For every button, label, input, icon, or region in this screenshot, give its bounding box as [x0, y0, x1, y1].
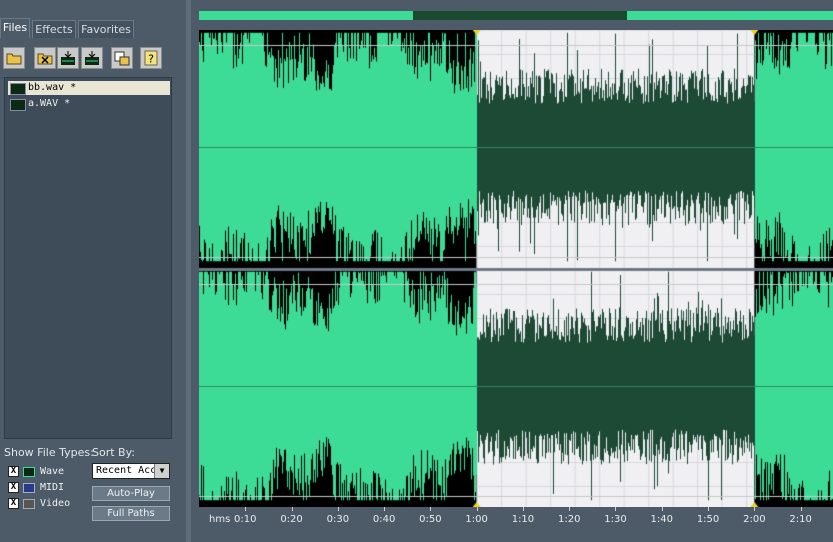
ruler-tick-label: 1:20 — [557, 514, 581, 525]
ruler-tick-label: 2:00 — [743, 514, 766, 525]
time-ruler-unit: hms — [209, 514, 231, 525]
ruler-tick-label: 1:40 — [650, 514, 673, 525]
ruler-tick-label: 0:50 — [419, 514, 442, 525]
close-file-button[interactable] — [34, 47, 56, 69]
file-type-label: MIDI — [40, 482, 65, 493]
wave-icon — [23, 467, 35, 477]
help-icon: ? — [144, 50, 158, 66]
edit-file-button[interactable] — [111, 47, 133, 69]
open-file-button[interactable] — [3, 47, 25, 69]
ruler-tick-mark — [754, 507, 756, 511]
chevron-down-icon[interactable]: ▼ — [154, 464, 169, 478]
auto-play-button[interactable]: Auto-Play — [92, 486, 170, 501]
ruler-tick-mark — [337, 507, 339, 511]
ruler-tick-mark — [569, 507, 571, 511]
file-item[interactable]: bb.wav * — [8, 81, 170, 95]
ruler-tick-label: 2:10 — [789, 514, 812, 525]
ruler-tick-mark — [430, 507, 432, 511]
ruler-tick-label: 1:30 — [604, 514, 627, 525]
video-checkbox[interactable]: X — [8, 498, 19, 509]
file-item[interactable]: a.WAV * — [8, 97, 70, 111]
waveform-canvas[interactable] — [199, 30, 833, 507]
waveform-editor: hms 0:10 0:20 0:30 0:40 0:50 1:00 1:10 1:20 1:30… — [191, 0, 833, 542]
wave-file-icon — [10, 99, 26, 111]
ruler-tick-mark — [615, 507, 617, 511]
ruler-tick-label: 1:50 — [696, 514, 720, 525]
svg-text:?: ? — [148, 53, 154, 66]
file-name: bb.wav * — [28, 82, 77, 93]
help-button[interactable]: ? — [140, 47, 162, 69]
ruler-tick-label: 1:10 — [511, 514, 535, 525]
insert-audio-button[interactable] — [81, 47, 103, 69]
file-name: a.WAV * — [28, 98, 71, 109]
sort-by-label: Sort By: — [92, 446, 136, 459]
midi-checkbox[interactable]: X — [8, 482, 19, 493]
overview-view-window[interactable] — [413, 11, 627, 20]
insert-audio-icon — [85, 51, 99, 65]
ruler-tick-mark — [476, 507, 478, 511]
ruler-tick-mark — [661, 507, 663, 511]
file-type-label: Wave — [40, 466, 65, 477]
time-ruler[interactable]: hms 0:10 0:20 0:30 0:40 0:50 1:00 1:10 1:20 1:30… — [199, 507, 833, 542]
file-list[interactable]: bb.wav * a.WAV * — [4, 77, 172, 439]
ruler-tick-mark — [384, 507, 386, 511]
sort-by-value: Recent Acc — [96, 465, 157, 476]
files-panel: Files Effects Favorites ? bb.wav * a.WAV… — [0, 0, 186, 542]
close-file-icon — [37, 53, 53, 65]
ruler-tick-mark — [245, 507, 247, 511]
tab-effects[interactable]: Effects — [32, 20, 76, 38]
midi-icon — [23, 483, 35, 493]
waveform-display[interactable] — [199, 30, 833, 507]
ruler-tick-label: 1:00 — [465, 514, 488, 525]
tab-favorites[interactable]: Favorites — [78, 20, 134, 38]
ruler-tick-label: 0:20 — [280, 514, 303, 525]
open-file-icon — [6, 53, 22, 65]
ruler-tick-mark — [708, 507, 710, 511]
ruler-tick-label: 0:10 — [234, 514, 257, 525]
wave-checkbox[interactable]: X — [8, 466, 19, 477]
show-file-types-label: Show File Types: — [4, 446, 94, 459]
wave-file-icon — [10, 83, 26, 95]
insert-into-multitrack-button[interactable] — [57, 47, 79, 69]
video-icon — [23, 499, 35, 509]
tab-files[interactable]: Files — [0, 18, 30, 38]
insert-into-multitrack-icon — [61, 51, 75, 65]
ruler-tick-mark — [800, 507, 802, 511]
sort-by-dropdown[interactable]: Recent Acc ▼ — [92, 463, 170, 479]
ruler-tick-label: 0:30 — [326, 514, 350, 525]
ruler-tick-mark — [522, 507, 524, 511]
ruler-tick-mark — [291, 507, 293, 511]
overview-bar[interactable] — [199, 11, 833, 20]
file-type-label: Video — [40, 498, 71, 509]
full-paths-button[interactable]: Full Paths — [92, 506, 170, 521]
ruler-tick-label: 0:40 — [372, 514, 396, 525]
edit-file-icon — [114, 51, 130, 66]
